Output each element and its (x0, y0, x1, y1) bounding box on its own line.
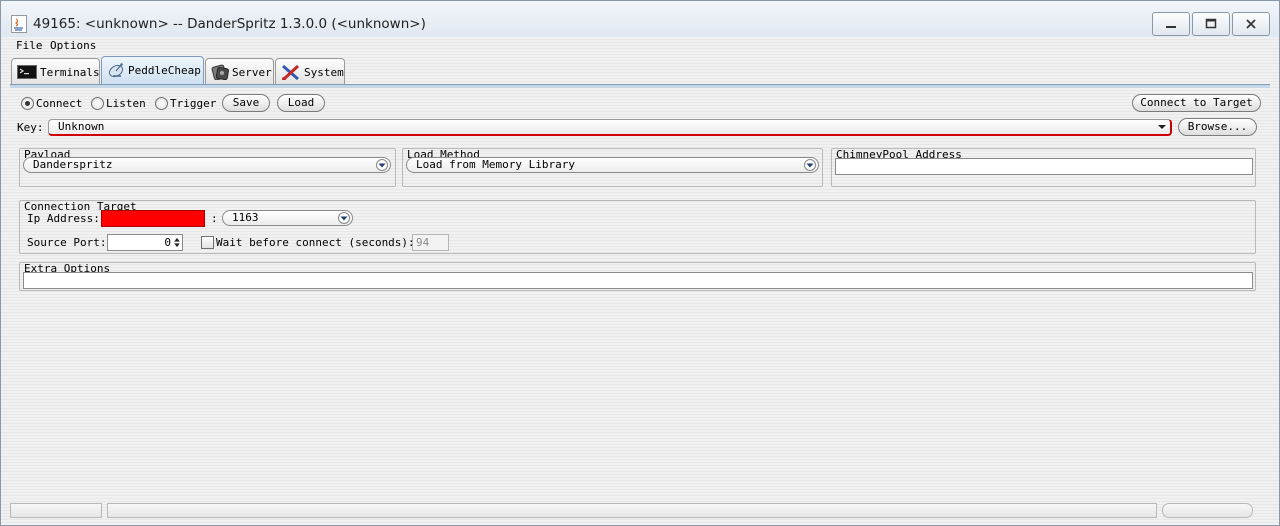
load-button[interactable]: Load (277, 94, 325, 112)
trigger-radio-label[interactable]: Trigger (170, 97, 216, 110)
tab-terminals-label: Terminals (40, 66, 100, 79)
tab-peddlecheap-label: PeddleCheap (128, 64, 201, 77)
ip-address-input[interactable] (101, 210, 205, 227)
wait-before-connect-checkbox[interactable] (201, 236, 214, 249)
ip-address-label: Ip Address: (27, 212, 100, 225)
menu-options[interactable]: Options (50, 39, 96, 52)
load-method-group: Load Method Load from Memory Library (402, 148, 823, 187)
maximize-button[interactable] (1192, 12, 1230, 36)
chimneypool-group: ChimneyPool Address (831, 148, 1256, 187)
chevron-down-icon (338, 212, 350, 224)
connection-target-group: Connection Target Ip Address: : 1163 Sou… (19, 200, 1256, 254)
source-port-value: 0 (164, 236, 171, 249)
minimize-icon (1166, 26, 1176, 28)
chevron-down-icon (1158, 125, 1166, 129)
port-separator: : (211, 212, 218, 225)
chevron-down-icon (376, 159, 388, 171)
minimize-button[interactable] (1152, 12, 1190, 36)
extra-options-input[interactable] (23, 272, 1253, 289)
payload-value: Danderspritz (33, 158, 113, 171)
key-label: Key: (17, 121, 44, 134)
connect-radio[interactable] (21, 97, 34, 110)
listen-radio-label[interactable]: Listen (106, 97, 146, 110)
maximize-icon (1205, 18, 1217, 29)
chimneypool-address-input[interactable] (835, 158, 1253, 175)
close-button[interactable] (1232, 12, 1270, 36)
menu-file[interactable]: File (16, 39, 43, 52)
listen-radio[interactable] (91, 97, 104, 110)
tab-server-label: Server (232, 66, 272, 79)
spinner-arrows-icon[interactable] (173, 236, 181, 249)
source-port-spinner[interactable]: 0 (107, 234, 183, 251)
terminal-icon (17, 65, 37, 79)
save-button[interactable]: Save (222, 94, 270, 112)
connect-to-target-button[interactable]: Connect to Target (1132, 94, 1261, 112)
trigger-radio[interactable] (155, 97, 168, 110)
tab-system[interactable]: System (275, 58, 345, 84)
title-bar[interactable]: 49165: <unknown> -- DanderSpritz 1.3.0.0… (1, 1, 1279, 37)
payload-group: Payload Danderspritz (19, 148, 396, 187)
tab-terminals[interactable]: Terminals (11, 58, 100, 84)
tab-server[interactable]: Server (205, 58, 274, 84)
key-value: Unknown (58, 120, 105, 133)
load-method-combo[interactable]: Load from Memory Library (406, 157, 819, 173)
satellite-dish-icon (108, 63, 124, 78)
status-cell-left (10, 503, 102, 518)
window-title: 49165: <unknown> -- DanderSpritz 1.3.0.0… (33, 16, 426, 32)
status-progress (1162, 503, 1253, 518)
danderspritz-window: 49165: <unknown> -- DanderSpritz 1.3.0.0… (0, 0, 1280, 526)
chevron-down-icon (804, 159, 816, 171)
extra-options-group: Extra Options (19, 262, 1256, 291)
java-icon (11, 15, 27, 33)
connect-radio-label[interactable]: Connect (36, 97, 82, 110)
key-combo[interactable]: Unknown (48, 119, 1172, 136)
port-value: 1163 (232, 211, 259, 224)
load-method-value: Load from Memory Library (416, 158, 575, 171)
menu-bar: File Options (1, 38, 1279, 55)
tab-strip-border (10, 84, 1270, 88)
browse-button[interactable]: Browse... (1178, 118, 1257, 136)
wait-before-connect-label[interactable]: Wait before connect (seconds): (216, 236, 415, 249)
payload-combo[interactable]: Danderspritz (23, 157, 391, 173)
close-icon (1246, 19, 1256, 29)
wait-seconds-input[interactable]: 94 (412, 234, 449, 251)
tab-peddlecheap[interactable]: PeddleCheap (101, 56, 204, 84)
source-port-label: Source Port: (27, 236, 107, 249)
port-combo[interactable]: 1163 (222, 210, 353, 226)
tools-icon (282, 64, 300, 80)
status-cell-main (107, 503, 1157, 518)
server-icon (211, 64, 229, 80)
tab-system-label: System (304, 66, 344, 79)
